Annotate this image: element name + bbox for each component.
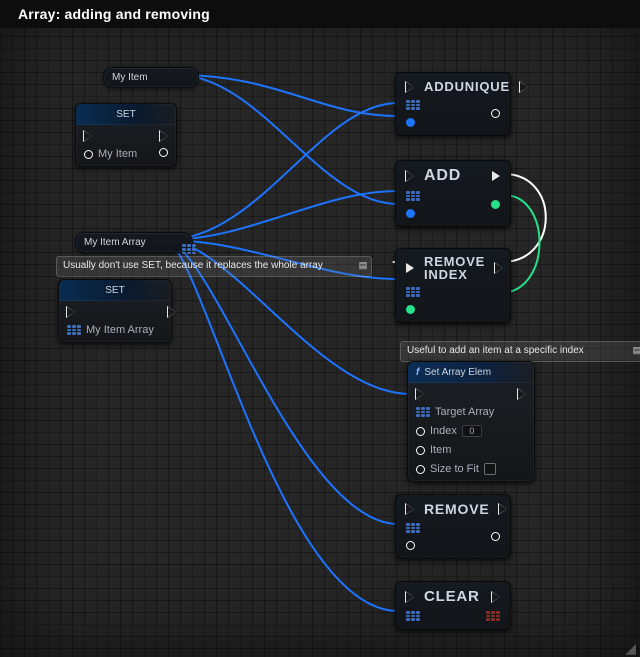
array-pin-icon[interactable] <box>182 244 196 254</box>
exec-out-pin[interactable] <box>492 171 500 181</box>
item-in-pin[interactable] <box>406 118 415 127</box>
comment-toggle-icon[interactable]: ▤ <box>358 260 368 270</box>
exec-in-pin[interactable] <box>406 171 414 181</box>
exec-out-pin[interactable] <box>168 307 176 317</box>
size-to-fit-checkbox[interactable] <box>484 463 496 475</box>
node-clear[interactable]: CLEAR <box>395 581 511 630</box>
exec-out-pin[interactable] <box>492 592 500 602</box>
exec-in-pin[interactable] <box>406 263 414 273</box>
input-pin-my-item-array[interactable]: My Item Array <box>67 324 154 336</box>
exec-in-pin[interactable] <box>84 131 137 141</box>
array-out-pin[interactable] <box>486 611 500 621</box>
var-node-my-item-array[interactable]: My Item Array <box>75 232 193 253</box>
exec-out-pin[interactable] <box>520 82 528 92</box>
exec-in-pin[interactable] <box>406 504 414 514</box>
node-set-array-elem[interactable]: f Set Array Elem Target Array Index0 Item… <box>407 361 535 482</box>
node-remove[interactable]: REMOVE <box>395 494 511 559</box>
array-pin-icon <box>416 407 430 417</box>
exec-out-pin[interactable] <box>160 131 168 141</box>
pin-size-to-fit[interactable]: Size to Fit <box>416 463 496 475</box>
comment-set-warning[interactable]: Usually don't use SET, because it replac… <box>56 256 372 277</box>
var-label: My Item <box>112 72 148 83</box>
exec-out-pin[interactable] <box>495 263 503 273</box>
array-in-pin[interactable] <box>406 287 420 297</box>
exec-out-pin[interactable] <box>518 389 526 399</box>
resize-handle-icon: ◢ <box>625 643 636 653</box>
array-in-pin[interactable] <box>406 191 420 201</box>
exec-in-pin[interactable] <box>67 307 154 317</box>
node-add[interactable]: ADD <box>395 160 511 227</box>
pin-target-array[interactable]: Target Array <box>416 406 496 418</box>
array-in-pin[interactable] <box>406 100 420 110</box>
output-pin[interactable] <box>159 148 168 157</box>
node-title: ADD <box>424 167 461 185</box>
array-pin-icon <box>67 325 81 335</box>
node-set-my-item[interactable]: SET My Item <box>75 103 177 167</box>
array-in-pin[interactable] <box>406 611 420 621</box>
comment-set-elem[interactable]: Useful to add an item at a specific inde… <box>400 341 640 362</box>
pin-item[interactable]: Item <box>416 444 496 456</box>
pin-index[interactable]: Index0 <box>416 425 496 437</box>
function-icon: f <box>416 367 419 378</box>
exec-in-pin[interactable] <box>406 82 414 92</box>
comment-toggle-icon[interactable]: ▤ <box>632 345 640 355</box>
node-addunique[interactable]: ADDUNIQUE <box>395 72 511 136</box>
page-title: Array: adding and removing <box>0 0 640 28</box>
item-in-pin[interactable] <box>406 209 415 218</box>
item-in-pin[interactable] <box>406 541 415 550</box>
array-in-pin[interactable] <box>406 523 420 533</box>
node-remove-index[interactable]: REMOVEINDEX <box>395 248 511 323</box>
exec-in-pin[interactable] <box>406 592 414 602</box>
input-pin-my-item[interactable]: My Item <box>84 148 137 160</box>
var-node-my-item[interactable]: My Item <box>103 67 199 88</box>
int-out-pin[interactable] <box>491 200 500 209</box>
index-in-pin[interactable] <box>406 305 415 314</box>
int-out-pin[interactable] <box>491 109 500 118</box>
var-label: My Item Array <box>84 237 146 248</box>
node-header: SET <box>116 109 135 120</box>
node-title: REMOVEINDEX <box>424 255 485 281</box>
bool-out-pin[interactable] <box>491 532 500 541</box>
node-title: ADDUNIQUE <box>424 79 510 94</box>
exec-in-pin[interactable] <box>416 389 496 399</box>
index-input[interactable]: 0 <box>462 425 482 437</box>
exec-out-pin[interactable] <box>499 504 507 514</box>
node-header: Set Array Elem <box>424 367 491 378</box>
node-title: REMOVE <box>424 501 489 517</box>
node-header: SET <box>105 285 124 296</box>
node-set-my-item-array[interactable]: SET My Item Array <box>58 279 172 343</box>
node-title: CLEAR <box>424 588 480 605</box>
